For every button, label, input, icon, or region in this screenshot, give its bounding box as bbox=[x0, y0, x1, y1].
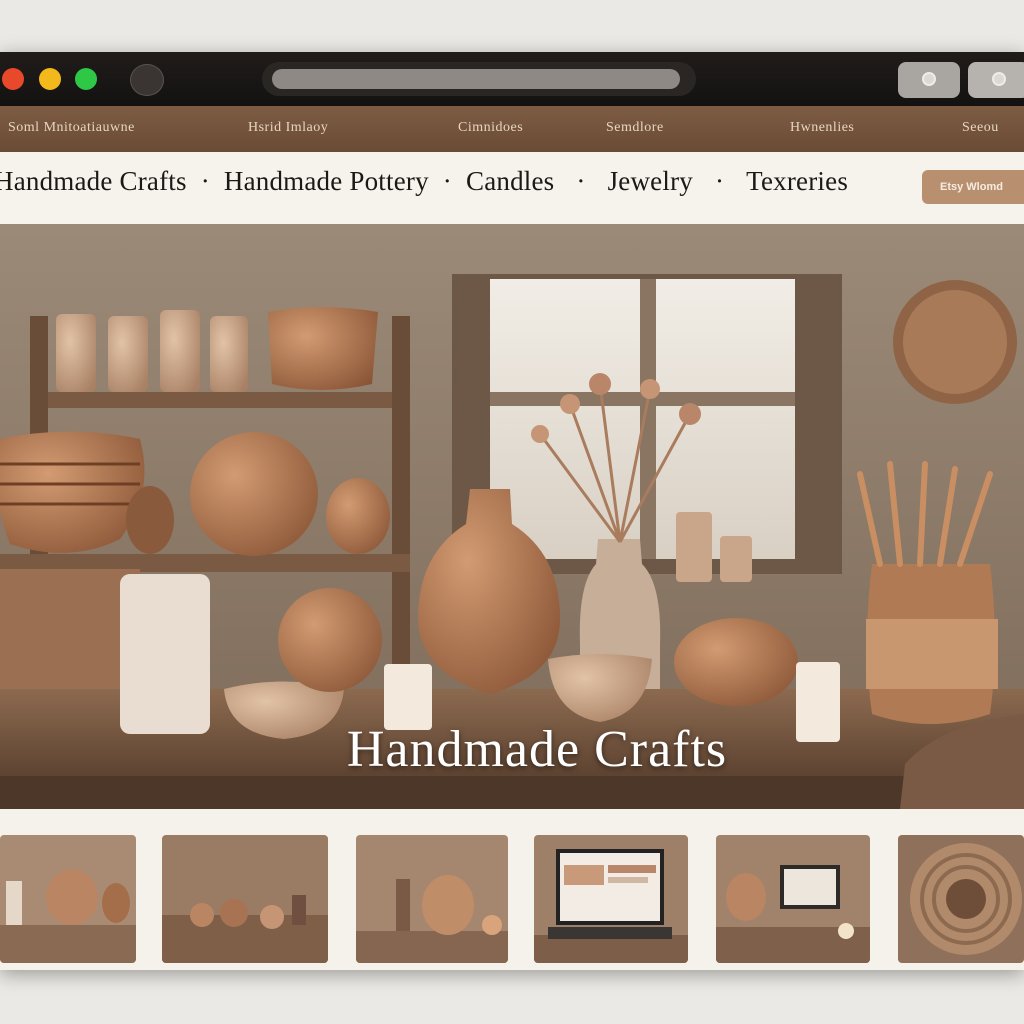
laptop-thumbnail-image bbox=[534, 835, 688, 963]
title-bar bbox=[0, 52, 1024, 106]
nav-item[interactable]: Semdlore bbox=[606, 120, 664, 136]
thumbnail-pottery-collection[interactable] bbox=[0, 835, 136, 963]
category-link[interactable]: Handmade Pottery bbox=[224, 166, 429, 196]
category-link[interactable]: Jewelry bbox=[608, 166, 693, 196]
account-icon bbox=[992, 72, 1006, 86]
studio-thumbnail-image bbox=[716, 835, 870, 963]
category-link[interactable]: Handmade Crafts bbox=[0, 166, 187, 196]
nav-item[interactable]: Hwnenlies bbox=[790, 120, 854, 136]
basket-thumbnail-image bbox=[898, 835, 1024, 963]
category-list: Handmade Crafts · Handmade Pottery · Candles… bbox=[0, 166, 848, 197]
workshop-thumbnail-image bbox=[162, 835, 328, 963]
browser-window: Soml Mnitoatiauwne Hsrid Imlaoy Cimnidoe… bbox=[0, 52, 1024, 970]
maximize-button[interactable] bbox=[75, 68, 97, 90]
category-link[interactable]: Texreries bbox=[746, 166, 848, 196]
pottery-thumbnail-image bbox=[0, 835, 136, 963]
close-button[interactable] bbox=[2, 68, 24, 90]
hero-title: Handmade Crafts bbox=[346, 721, 728, 778]
account-button[interactable] bbox=[968, 62, 1024, 98]
nav-item[interactable]: Seeou bbox=[962, 120, 999, 136]
thumbnail-vases-and-bowls[interactable] bbox=[356, 835, 508, 963]
nav-item[interactable]: Soml Mnitoatiauwne bbox=[8, 120, 135, 136]
hero-banner: Handmade Crafts bbox=[0, 224, 1024, 809]
category-link[interactable]: Candles bbox=[466, 166, 554, 196]
thumbnail-laptop-shop[interactable] bbox=[534, 835, 688, 963]
share-button[interactable] bbox=[898, 62, 960, 98]
share-icon bbox=[922, 72, 936, 86]
top-navigation: Soml Mnitoatiauwne Hsrid Imlaoy Cimnidoe… bbox=[0, 106, 1024, 152]
etsy-button[interactable]: Etsy Wlomd bbox=[922, 170, 1024, 204]
vases-thumbnail-image bbox=[356, 835, 508, 963]
nav-item[interactable]: Cimnidoes bbox=[458, 120, 523, 136]
address-field[interactable] bbox=[272, 69, 680, 89]
category-separator: · bbox=[576, 166, 586, 196]
thumbnail-studio-desk[interactable] bbox=[716, 835, 870, 963]
thumbnail-craft-workshop[interactable] bbox=[162, 835, 328, 963]
thumbnail-woven-basket[interactable] bbox=[898, 835, 1024, 963]
thumbnail-strip bbox=[0, 809, 1024, 970]
category-separator: · bbox=[442, 166, 452, 196]
minimize-button[interactable] bbox=[39, 68, 61, 90]
category-separator: · bbox=[714, 166, 725, 196]
extension-icon[interactable] bbox=[130, 64, 164, 96]
address-bar[interactable] bbox=[262, 62, 696, 96]
nav-item[interactable]: Hsrid Imlaoy bbox=[248, 120, 328, 136]
category-separator: · bbox=[200, 166, 210, 196]
category-bar: Handmade Crafts · Handmade Pottery · Candles… bbox=[0, 152, 1024, 226]
